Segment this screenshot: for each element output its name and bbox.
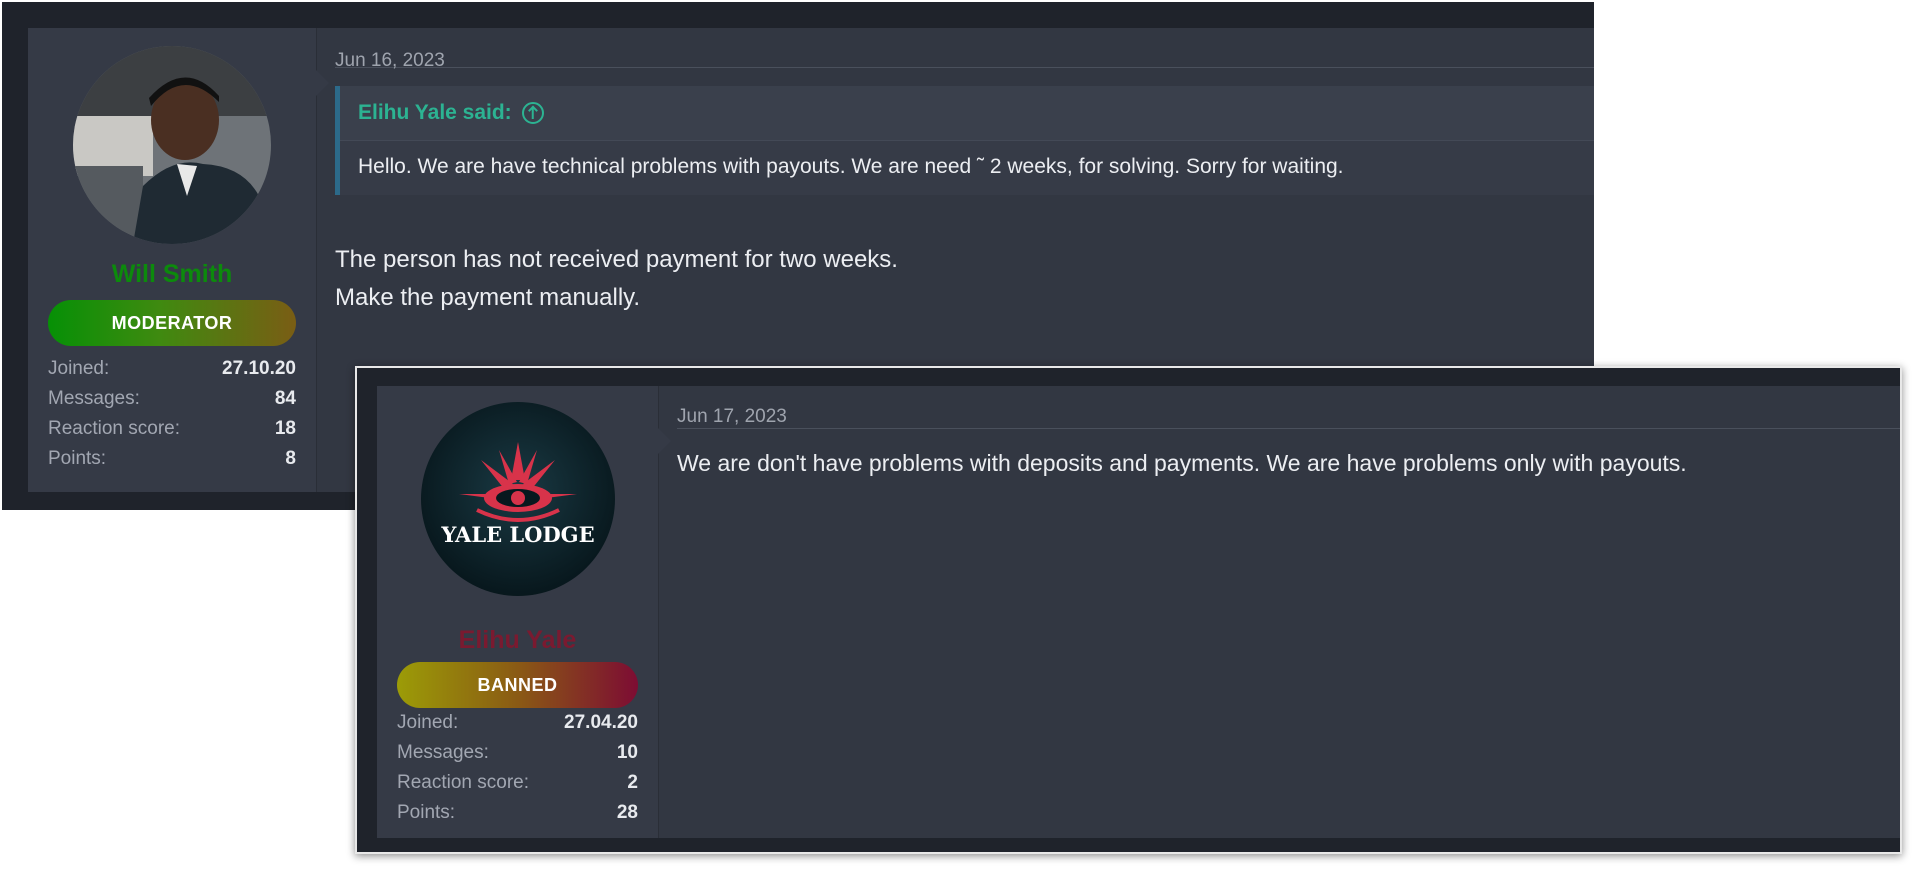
stat-reaction-score: Reaction score: 2: [397, 768, 638, 798]
stat-value[interactable]: 8: [285, 444, 296, 474]
user-info-panel: YALE LODGE Elihu Yale BANNED Joined: 27.…: [377, 386, 671, 838]
post-body: We are don't have problems with deposits…: [677, 447, 1900, 479]
post-body-line: We are don't have problems with deposits…: [677, 450, 1687, 476]
post-body-line: The person has not received payment for …: [335, 246, 898, 273]
stat-value: 27.10.20: [222, 358, 296, 379]
message-content: Jun 17, 2023 We are don't have problems …: [659, 386, 1900, 838]
user-role-badge: BANNED: [397, 662, 638, 708]
user-role-badge: MODERATOR: [48, 300, 296, 346]
avatar-photo-icon: [73, 46, 271, 244]
user-stats: Joined: 27.04.20 Messages: 10 Reaction s…: [397, 708, 638, 828]
message-container: YALE LODGE Elihu Yale BANNED Joined: 27.…: [377, 386, 1900, 838]
user-stats: Joined: 27.10.20 Messages: 84 Reaction s…: [48, 354, 296, 474]
stat-label: Joined:: [397, 712, 459, 733]
stat-label: Points:: [48, 448, 107, 469]
stat-messages: Messages: 10: [397, 738, 638, 768]
post-date[interactable]: Jun 17, 2023: [677, 386, 1900, 429]
post-body-line: Make the payment manually.: [335, 284, 641, 311]
stat-label: Messages:: [48, 388, 140, 409]
stat-joined: Joined: 27.04.20: [397, 708, 638, 738]
stat-value[interactable]: 84: [275, 384, 296, 414]
stat-value[interactable]: 10: [617, 738, 638, 768]
stat-label: Reaction score:: [397, 772, 530, 793]
arrow-up-circle-icon[interactable]: [521, 102, 544, 124]
stat-reaction-score: Reaction score: 18: [48, 414, 296, 444]
stat-joined: Joined: 27.10.20: [48, 354, 296, 384]
user-avatar[interactable]: [73, 46, 271, 244]
post-body: The person has not received payment for …: [335, 241, 1594, 317]
stat-label: Messages:: [397, 742, 489, 763]
stat-points: Points: 8: [48, 444, 296, 474]
stat-points: Points: 28: [397, 798, 638, 828]
post-2: YALE LODGE Elihu Yale BANNED Joined: 27.…: [355, 366, 1902, 854]
svg-text:YALE LODGE: YALE LODGE: [440, 522, 594, 547]
username[interactable]: Elihu Yale: [377, 626, 658, 655]
quote-author[interactable]: Elihu Yale said:: [358, 101, 512, 125]
quote-text: Hello. We are have technical problems wi…: [340, 140, 1594, 195]
user-info-panel: Will Smith MODERATOR Joined: 27.10.20 Me…: [28, 28, 329, 492]
stat-value[interactable]: 28: [617, 798, 638, 828]
stat-value: 27.04.20: [564, 712, 638, 733]
stat-value: 2: [627, 772, 638, 793]
post-date[interactable]: Jun 16, 2023: [335, 28, 1594, 71]
stat-label: Reaction score:: [48, 418, 181, 439]
user-avatar[interactable]: YALE LODGE: [420, 402, 615, 596]
yale-lodge-logo-icon: YALE LODGE: [420, 402, 615, 596]
stat-label: Points:: [397, 802, 456, 823]
stat-value: 18: [274, 418, 296, 439]
quote-block: Elihu Yale said: Hello. We are have tech…: [335, 86, 1594, 195]
username[interactable]: Will Smith: [28, 260, 316, 289]
stat-label: Joined:: [48, 358, 110, 379]
quote-header[interactable]: Elihu Yale said:: [340, 86, 1594, 126]
stat-messages: Messages: 84: [48, 384, 296, 414]
